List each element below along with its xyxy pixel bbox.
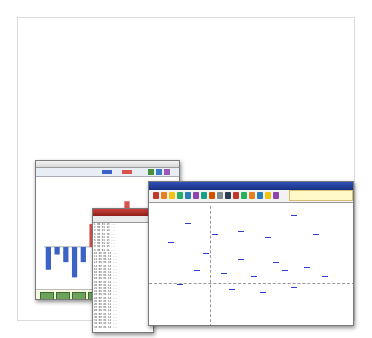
scatter-point[interactable] — [291, 214, 297, 216]
toolbar-icon[interactable] — [265, 192, 271, 199]
scatter-point[interactable] — [238, 258, 245, 260]
toolbar-icon[interactable] — [153, 192, 159, 199]
toolbar-icon[interactable] — [217, 192, 223, 199]
toolbar-table-icon[interactable] — [156, 169, 162, 175]
legend-swatch-red — [122, 170, 132, 174]
scatter-point[interactable] — [273, 261, 280, 263]
toolbar-icon[interactable] — [201, 192, 207, 199]
toolbar-icon[interactable] — [177, 192, 183, 199]
legend-swatch-blue — [102, 170, 112, 174]
toolbar-icon[interactable] — [241, 192, 247, 199]
toolbar-icon[interactable] — [193, 192, 199, 199]
table-row[interactable]: 33 00 01 12 ... — [94, 326, 153, 329]
scatter-point[interactable] — [176, 283, 183, 285]
scatter-point[interactable] — [321, 275, 328, 277]
scatter-point[interactable] — [291, 286, 297, 288]
info-note — [289, 190, 353, 201]
scatter-point[interactable] — [211, 233, 218, 235]
thumbnail-2[interactable] — [56, 292, 70, 299]
bar — [80, 246, 86, 263]
scatter-point[interactable] — [229, 289, 236, 291]
bar — [71, 246, 78, 278]
thumbnail-3[interactable] — [72, 292, 86, 299]
toolbar-icon[interactable] — [225, 192, 231, 199]
bar — [54, 246, 60, 255]
toolbar-chart-icon[interactable] — [148, 169, 154, 175]
scatter-window[interactable] — [148, 181, 354, 326]
scatter-point[interactable] — [238, 231, 245, 233]
bar-window-toolbar — [36, 168, 179, 177]
scatter-point[interactable] — [194, 270, 201, 272]
table-window-toolbar — [93, 216, 153, 223]
toolbar-icon[interactable] — [209, 192, 215, 199]
scatter-point[interactable] — [220, 272, 227, 274]
scatter-point[interactable] — [203, 253, 209, 255]
toolbar-icon[interactable] — [161, 192, 167, 199]
bar-window-titlebar[interactable] — [36, 161, 179, 168]
toolbar-export-icon[interactable] — [164, 169, 170, 175]
toolbar-icon[interactable] — [249, 192, 255, 199]
vertical-axis-line — [210, 206, 211, 325]
toolbar-icon[interactable] — [273, 192, 279, 199]
table-window-titlebar[interactable] — [93, 209, 153, 216]
toolbar-icon[interactable] — [169, 192, 175, 199]
scatter-plot[interactable] — [149, 206, 353, 325]
data-table: 1 00 01 13 ... 2 00 01 12 ... 3 00 01 14 .… — [94, 223, 153, 329]
data-table-window[interactable]: 1 00 01 13 ... 2 00 01 12 ... 3 00 01 14 .… — [92, 208, 154, 333]
bar — [45, 246, 51, 270]
scatter-point[interactable] — [264, 236, 271, 238]
toolbar-icon[interactable] — [257, 192, 263, 199]
scatter-window-titlebar[interactable] — [149, 182, 353, 190]
bar — [63, 246, 69, 263]
scatter-point[interactable] — [167, 242, 174, 244]
scatter-point[interactable] — [251, 275, 258, 277]
thumbnail-1[interactable] — [40, 292, 54, 299]
scatter-point[interactable] — [304, 267, 311, 269]
toolbar-icon[interactable] — [233, 192, 239, 199]
scatter-point[interactable] — [282, 270, 289, 272]
toolbar-icon[interactable] — [185, 192, 191, 199]
scatter-point[interactable] — [185, 222, 192, 224]
scatter-point[interactable] — [260, 292, 267, 294]
scatter-point[interactable] — [313, 233, 319, 235]
